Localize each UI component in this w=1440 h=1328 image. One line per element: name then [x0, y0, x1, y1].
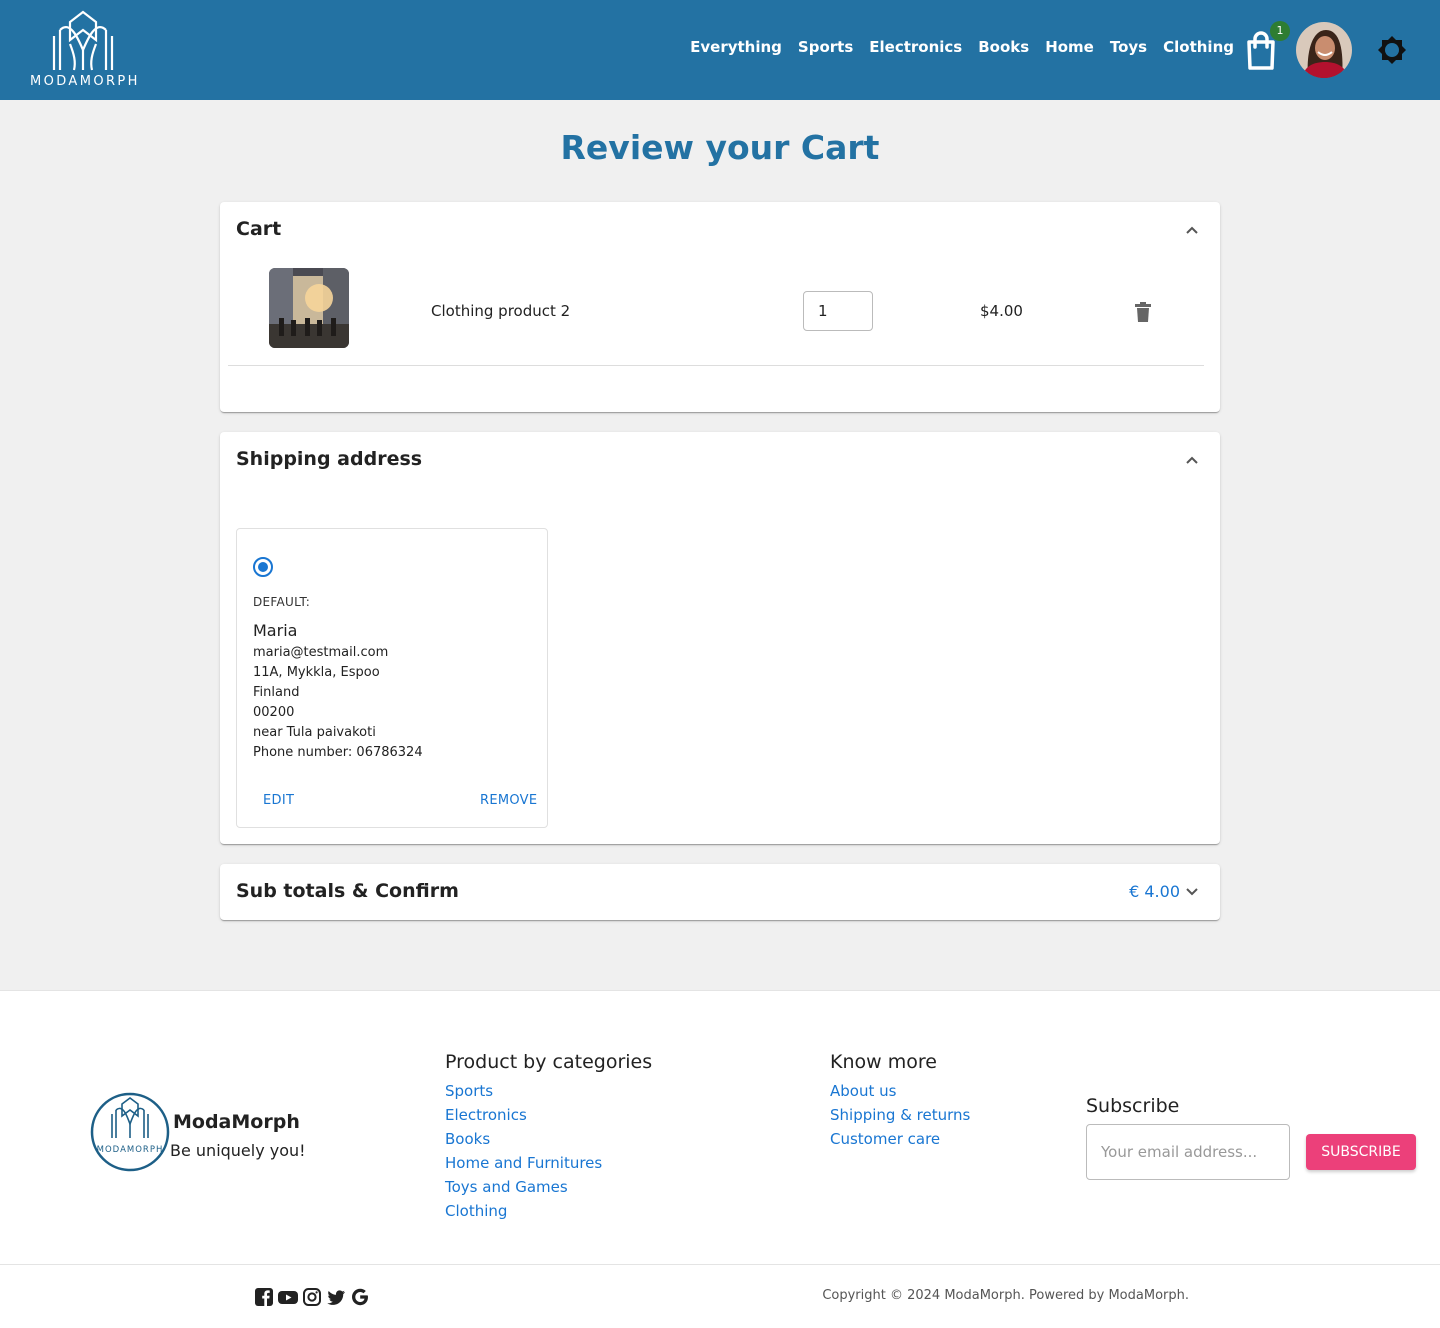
cart-section: Cart Clothing product 2 $4.00 [220, 202, 1220, 412]
main-nav: Everything Sports Electronics Books Home… [690, 38, 1234, 56]
footer-link-shipping-returns[interactable]: Shipping & returns [830, 1103, 970, 1127]
address-details: maria@testmail.com 11A, Mykkla, Espoo Fi… [253, 643, 423, 763]
footer-link-electronics[interactable]: Electronics [445, 1103, 602, 1127]
subtotal-section-title: Sub totals & Confirm [236, 880, 459, 902]
address-note: near Tula paivakoti [253, 725, 376, 740]
product-name[interactable]: Clothing product 2 [431, 302, 570, 320]
chevron-up-icon[interactable] [1184, 222, 1200, 238]
address-zip: 00200 [253, 705, 295, 720]
shipping-section-title: Shipping address [236, 448, 423, 470]
footer-link-books[interactable]: Books [445, 1127, 602, 1151]
footer-link-about[interactable]: About us [830, 1079, 970, 1103]
footer-link-home-furnitures[interactable]: Home and Furnitures [445, 1151, 602, 1175]
trash-icon[interactable] [1135, 302, 1151, 322]
cart-count-badge: 1 [1270, 21, 1290, 41]
subtotal-section[interactable]: Sub totals & Confirm € 4.00 [220, 864, 1220, 920]
remove-address-button[interactable]: REMOVE [480, 793, 537, 808]
address-email: maria@testmail.com [253, 645, 389, 660]
footer-logo-icon: MODAMORPH [90, 1092, 170, 1172]
google-icon[interactable] [350, 1287, 370, 1307]
footer-link-clothing[interactable]: Clothing [445, 1199, 602, 1223]
logo-wordmark: MODAMORPH [30, 74, 140, 89]
default-label: DEFAULT: [253, 595, 311, 609]
subscribe-email-input[interactable] [1086, 1124, 1290, 1180]
quantity-input[interactable] [803, 291, 873, 331]
address-street: 11A, Mykkla, Espoo [253, 665, 380, 680]
twitter-icon[interactable] [326, 1287, 346, 1307]
footer-brand-name: ModaMorph [173, 1111, 300, 1133]
nav-home[interactable]: Home [1045, 38, 1094, 56]
logo-mark-icon [52, 10, 114, 71]
chevron-up-icon[interactable] [1184, 452, 1200, 468]
subscribe-button[interactable]: SUBSCRIBE [1306, 1134, 1416, 1170]
product-image [269, 268, 349, 348]
cart-item-row: Clothing product 2 $4.00 [228, 264, 1204, 366]
theme-toggle-button[interactable] [1376, 34, 1408, 66]
footer-tagline: Be uniquely you! [170, 1141, 306, 1160]
footer-link-toys-games[interactable]: Toys and Games [445, 1175, 602, 1199]
copyright-text: Copyright © 2024 ModaMorph. Powered by M… [822, 1288, 1189, 1303]
address-country: Finland [253, 685, 300, 700]
address-name: Maria [253, 621, 298, 640]
address-phone: Phone number: 06786324 [253, 745, 423, 760]
footer-link-customer-care[interactable]: Customer care [830, 1127, 970, 1151]
edit-address-button[interactable]: EDIT [263, 793, 294, 808]
social-links [254, 1287, 370, 1307]
youtube-icon[interactable] [278, 1287, 298, 1307]
categories-links: Sports Electronics Books Home and Furnit… [445, 1079, 602, 1223]
know-more-links: About us Shipping & returns Customer car… [830, 1079, 970, 1151]
nav-clothing[interactable]: Clothing [1163, 38, 1234, 56]
footer-link-sports[interactable]: Sports [445, 1079, 602, 1103]
know-more-title: Know more [830, 1051, 937, 1073]
svg-text:MODAMORPH: MODAMORPH [97, 1145, 164, 1155]
page-title: Review your Cart [560, 128, 880, 167]
nav-books[interactable]: Books [978, 38, 1029, 56]
nav-toys[interactable]: Toys [1110, 38, 1147, 56]
address-card: DEFAULT: Maria maria@testmail.com 11A, M… [236, 528, 548, 828]
subtotal-amount: € 4.00 [1129, 882, 1180, 901]
brightness-icon [1378, 36, 1406, 64]
cart-section-title: Cart [236, 218, 282, 240]
address-radio[interactable] [253, 557, 273, 577]
product-thumbnail[interactable] [269, 268, 349, 348]
footer-divider [0, 1264, 1440, 1265]
shipping-section: Shipping address DEFAULT: Maria maria@te… [220, 432, 1220, 844]
nav-everything[interactable]: Everything [690, 38, 782, 56]
nav-sports[interactable]: Sports [798, 38, 853, 56]
categories-title: Product by categories [445, 1051, 653, 1073]
instagram-icon[interactable] [302, 1287, 322, 1307]
brand-logo[interactable]: MODAMORPH [30, 10, 140, 92]
nav-electronics[interactable]: Electronics [869, 38, 962, 56]
product-price: $4.00 [980, 302, 1023, 320]
chevron-down-icon[interactable] [1184, 884, 1200, 900]
footer: MODAMORPH ModaMorph Be uniquely you! Pro… [0, 990, 1440, 1328]
avatar[interactable] [1296, 22, 1352, 78]
subscribe-title: Subscribe [1086, 1095, 1180, 1117]
footer-logo[interactable]: MODAMORPH [90, 1092, 170, 1172]
top-app-bar: MODAMORPH Everything Sports Electronics … [0, 0, 1440, 100]
facebook-icon[interactable] [254, 1287, 274, 1307]
user-avatar-image [1296, 22, 1352, 78]
